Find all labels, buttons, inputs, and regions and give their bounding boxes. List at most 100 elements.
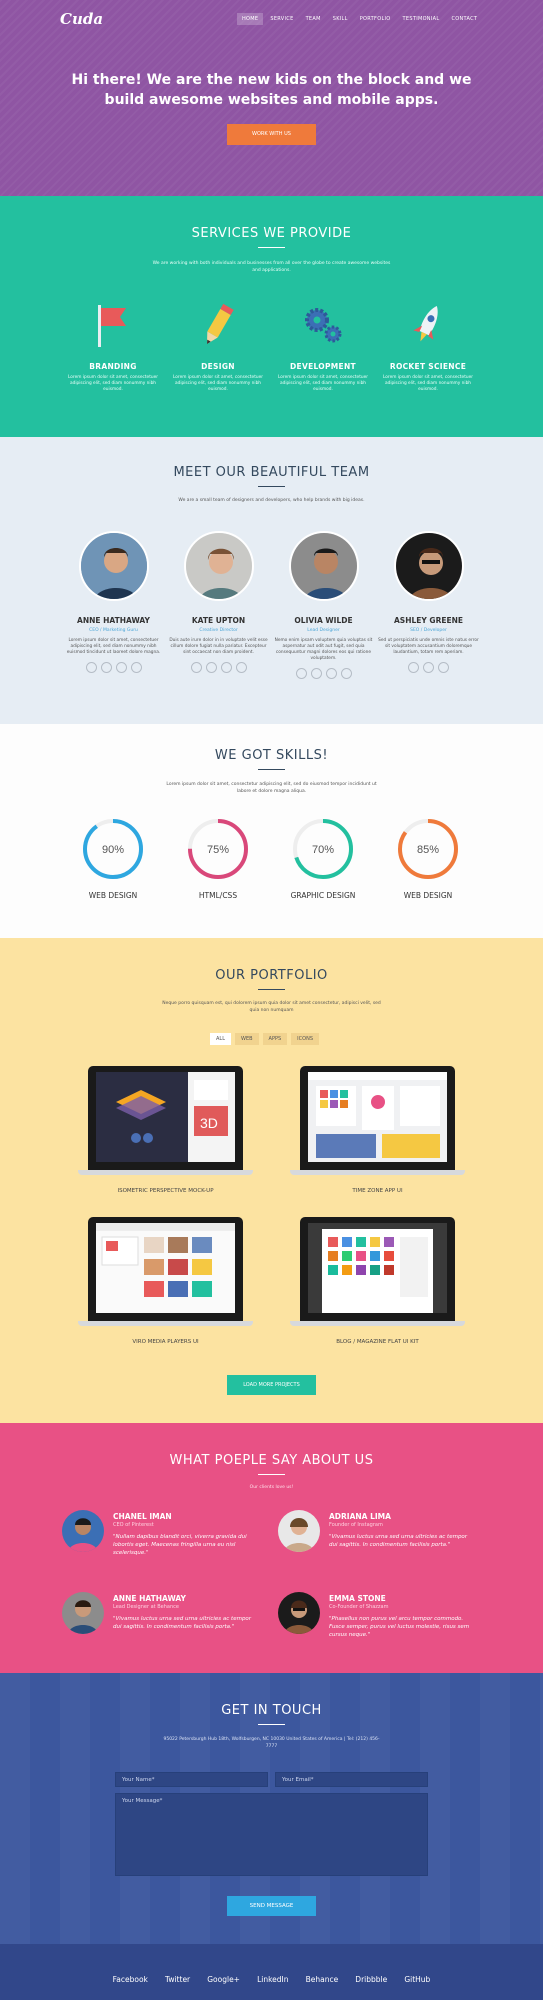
facebook-icon[interactable]: [190, 662, 202, 673]
skill-percent: 85%: [417, 844, 439, 856]
testimonial-name: ADRIANA LIMA: [329, 1512, 391, 1521]
footer-link-google-plus[interactable]: Google+: [207, 1975, 240, 1984]
title-divider: [258, 247, 285, 248]
team-subtitle: We are a small team of designers and dev…: [178, 498, 365, 503]
filter-all[interactable]: ALL: [210, 1033, 231, 1045]
filter-web[interactable]: WEB: [235, 1033, 259, 1045]
avatar: [183, 531, 254, 601]
avatar: [62, 1510, 104, 1552]
team-member-card: KATE UPTON Creative Director Duis aute i…: [166, 531, 271, 673]
footer-link-twitter[interactable]: Twitter: [165, 1975, 190, 1984]
project-caption: VIRO MEDIA PLAYERS UI: [132, 1339, 199, 1345]
nav-item-skill[interactable]: SKILL: [328, 13, 353, 25]
testimonial-role: Lead Designer at Behance: [113, 1604, 179, 1610]
skill-percent: 70%: [312, 844, 334, 856]
footer-link-facebook[interactable]: Facebook: [113, 1975, 148, 1984]
twitter-icon[interactable]: [205, 662, 217, 673]
nav-item-service[interactable]: SERVICE: [265, 13, 298, 25]
title-divider: [258, 769, 285, 770]
linkedin-icon[interactable]: [423, 662, 434, 673]
member-role: Lead Designer: [307, 628, 340, 633]
service-text: Lorem ipsum dolor sit amet, consectetuer…: [67, 375, 159, 392]
skill-ring: 85%: [398, 819, 458, 879]
name-field[interactable]: Your Name*: [115, 1772, 268, 1787]
team-member-card: ASHLEY GREENE SEO / Developer Sed ut per…: [376, 531, 481, 673]
testimonial-role: Founder of Instagram: [329, 1522, 383, 1528]
message-field[interactable]: Your Message*: [115, 1793, 428, 1876]
member-bio: Duis aute irure dolor in in voluptate ve…: [169, 638, 268, 655]
team-member-card: ANNE HATHAWAY CEO / Marketing Guru Lorem…: [61, 531, 166, 673]
testimonial-quote: "Vivamus luctus urna sed urna ultricies …: [113, 1616, 252, 1630]
testimonial-quote: "Vivamus luctus urna sed urna ultricies …: [329, 1534, 468, 1548]
service-card-branding: BRANDING Lorem ipsum dolor sit amet, con…: [66, 300, 160, 393]
testimonial-card: CHANEL IMAN CEO of Pinterest "Nullam dap…: [62, 1510, 272, 1570]
email-field[interactable]: Your Email*: [275, 1772, 428, 1787]
main-nav: HOME SERVICE TEAM SKILL PORTFOLIO TESTIM…: [237, 13, 482, 25]
member-role: CEO / Marketing Guru: [89, 628, 138, 633]
gears-icon: [298, 300, 348, 350]
google-plus-icon[interactable]: [340, 668, 352, 679]
footer-link-linkedin[interactable]: LinkedIn: [257, 1975, 288, 1984]
flag-icon: [88, 300, 138, 350]
project-thumbnail: [308, 1072, 447, 1162]
title-divider: [258, 486, 285, 487]
linkedin-icon[interactable]: [220, 662, 232, 673]
portfolio-item[interactable]: BLOG / MAGAZINE FLAT UI KIT: [290, 1217, 465, 1345]
skill-ring: 90%: [83, 819, 143, 879]
project-thumbnail: [308, 1223, 447, 1313]
send-message-button[interactable]: SEND MESSAGE: [227, 1896, 316, 1916]
google-plus-icon[interactable]: [130, 662, 142, 673]
nav-item-contact[interactable]: CONTACT: [446, 13, 482, 25]
portfolio-item[interactable]: 3D ISOMETRIC PERSPECTIVE MOCK-UP: [78, 1066, 253, 1194]
testimonials-subtitle: Our clients love us!: [249, 1485, 294, 1490]
member-role: SEO / Developer: [410, 628, 447, 633]
footer-link-behance[interactable]: Behance: [306, 1975, 339, 1984]
facebook-icon[interactable]: [295, 668, 307, 679]
testimonial-role: CEO of Pinterest: [113, 1522, 154, 1528]
portfolio-item[interactable]: VIRO MEDIA PLAYERS UI: [78, 1217, 253, 1345]
social-links: [376, 662, 481, 673]
linkedin-icon[interactable]: [115, 662, 127, 673]
google-plus-icon[interactable]: [235, 662, 247, 673]
work-with-us-button[interactable]: WORK WITH US: [227, 124, 316, 145]
nav-item-testimonial[interactable]: TESTIMONIAL: [398, 13, 445, 25]
testimonial-role: Co-Founder of Shazzam: [329, 1604, 389, 1610]
twitter-icon[interactable]: [408, 662, 419, 673]
footer: Facebook Twitter Google+ LinkedIn Behanc…: [0, 1944, 543, 2000]
testimonials-title: WHAT POEPLE SAY ABOUT US: [169, 1453, 374, 1468]
contact-address: 95022 Petersburgh Hub 18th, Wolfsburgen,…: [163, 1737, 380, 1749]
title-divider: [258, 1474, 285, 1475]
footer-link-github[interactable]: GitHub: [404, 1975, 430, 1984]
brand-logo[interactable]: Cuda: [60, 10, 103, 28]
footer-link-dribbble[interactable]: Dribbble: [355, 1975, 387, 1984]
team-title: MEET OUR BEAUTIFUL TEAM: [173, 465, 370, 480]
nav-item-team[interactable]: TEAM: [301, 13, 326, 25]
linkedin-icon[interactable]: [325, 668, 337, 679]
nav-item-home[interactable]: HOME: [237, 13, 264, 25]
filter-apps[interactable]: APPS: [262, 1033, 288, 1045]
avatar: [62, 1592, 104, 1634]
google-plus-icon[interactable]: [438, 662, 449, 673]
skill-label: GRAPHIC DESIGN: [290, 891, 356, 900]
title-divider: [258, 989, 285, 990]
twitter-icon[interactable]: [100, 662, 112, 673]
twitter-icon[interactable]: [310, 668, 322, 679]
portfolio-item[interactable]: TIME ZONE APP UI: [290, 1066, 465, 1194]
nav-item-portfolio[interactable]: PORTFOLIO: [355, 13, 396, 25]
portfolio-title: OUR PORTFOLIO: [215, 968, 328, 983]
testimonial-quote: "Phasellus non purus vel arcu tempor com…: [329, 1616, 470, 1638]
load-more-button[interactable]: LOAD MORE PROJECTS: [227, 1375, 316, 1395]
services-title: SERVICES WE PROVIDE: [191, 226, 352, 241]
facebook-icon[interactable]: [85, 662, 97, 673]
skill-label: WEB DESIGN: [88, 891, 138, 900]
pencil-icon: [193, 300, 243, 350]
service-title: ROCKET SCIENCE: [389, 362, 467, 371]
skills-subtitle: Lorem ipsum dolor sit amet, consectetur …: [166, 782, 377, 794]
services-subtitle: We are working with both individuals and…: [152, 261, 391, 273]
skill-web-design-2: 85% WEB DESIGN: [373, 817, 483, 900]
hero-headline: Hi there! We are the new kids on the blo…: [71, 72, 472, 108]
project-caption: TIME ZONE APP UI: [352, 1188, 403, 1194]
service-text: Lorem ipsum dolor sit amet, consectetuer…: [382, 375, 474, 392]
filter-icons[interactable]: ICONS: [291, 1033, 319, 1045]
project-caption: BLOG / MAGAZINE FLAT UI KIT: [336, 1339, 419, 1345]
